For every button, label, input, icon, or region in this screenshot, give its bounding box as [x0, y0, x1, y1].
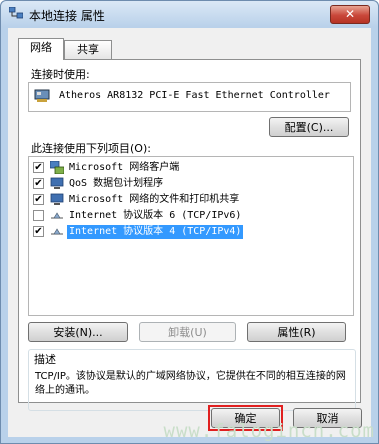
- checkbox[interactable]: ✔: [33, 194, 44, 205]
- qos-icon: [50, 177, 64, 189]
- checkbox[interactable]: ✔: [33, 226, 44, 237]
- checkbox[interactable]: [33, 210, 44, 221]
- properties-button[interactable]: 属性(R): [247, 322, 346, 342]
- list-item-label: Internet 协议版本 4 (TCP/IPv4): [67, 225, 244, 239]
- dialog-body: 网络 共享 连接时使用: Atheros AR8132 PCI-E Fast E…: [8, 28, 371, 437]
- components-list[interactable]: ✔ Microsoft 网络客户端 ✔ QoS 数据包计划程序 ✔ Micros…: [28, 156, 354, 316]
- install-button[interactable]: 安装(N)...: [28, 322, 128, 342]
- close-button[interactable]: ✕: [330, 5, 370, 24]
- network-adapter-icon: [34, 89, 50, 102]
- uninstall-button[interactable]: 卸载(U): [139, 322, 236, 342]
- window-title: 本地连接 属性: [29, 9, 105, 23]
- network-connection-icon: [9, 7, 23, 19]
- description-text: TCP/IP。该协议是默认的广域网络协议，它提供在不同的相互连接的网络上的通讯。: [35, 371, 346, 396]
- adapter-field: Atheros AR8132 PCI-E Fast Ethernet Contr…: [28, 82, 351, 112]
- protocol-icon: [51, 212, 63, 219]
- list-item-label: QoS 数据包计划程序: [69, 178, 164, 189]
- checkbox[interactable]: ✔: [33, 162, 44, 173]
- tab-sharing[interactable]: 共享: [64, 40, 112, 59]
- title-bar[interactable]: 本地连接 属性 ✕: [1, 1, 378, 27]
- description-title: 描述: [34, 353, 56, 366]
- watermark: www.falogincn.com: [163, 420, 375, 442]
- connect-using-label: 连接时使用:: [31, 68, 90, 81]
- properties-window: 本地连接 属性 ✕ 网络 共享 连接时使用: Atheros AR8132 PC…: [0, 0, 379, 444]
- network-tab-panel: 连接时使用: Atheros AR8132 PCI-E Fast Etherne…: [18, 59, 361, 411]
- description-group: 描述 TCP/IP。该协议是默认的广域网络协议，它提供在不同的相互连接的网络上的…: [28, 349, 356, 411]
- adapter-name: Atheros AR8132 PCI-E Fast Ethernet Contr…: [59, 90, 330, 101]
- checkbox[interactable]: ✔: [33, 178, 44, 189]
- list-item-label: Microsoft 网络客户端: [69, 162, 180, 173]
- configure-button[interactable]: 配置(C)...: [269, 117, 349, 137]
- list-item-label: Microsoft 网络的文件和打印机共享: [69, 194, 240, 205]
- items-label: 此连接使用下列项目(O):: [31, 142, 151, 155]
- protocol-icon: [51, 228, 63, 235]
- file-printer-share-icon: [50, 193, 64, 205]
- list-item-label: Internet 协议版本 6 (TCP/IPv6): [69, 210, 242, 221]
- tab-network[interactable]: 网络: [18, 38, 64, 60]
- network-client-icon: [50, 161, 64, 174]
